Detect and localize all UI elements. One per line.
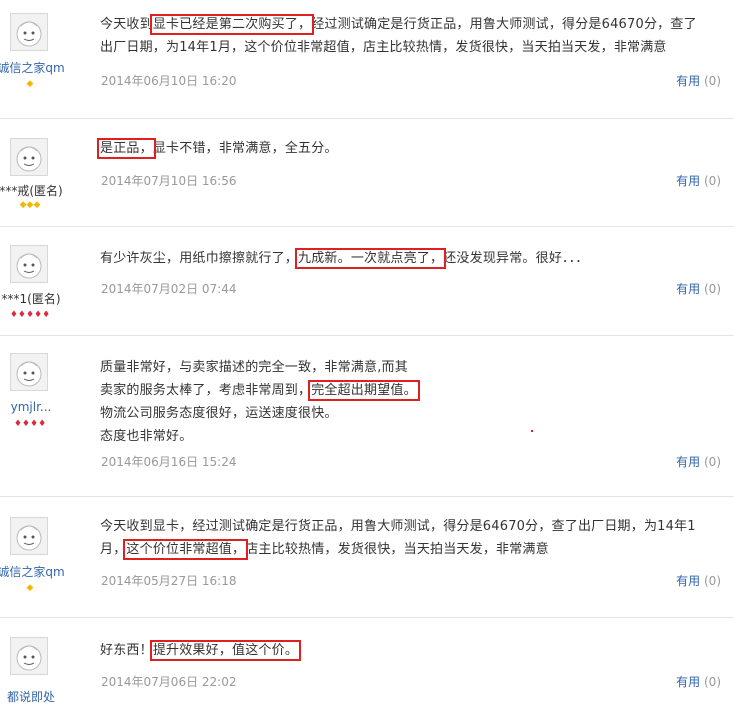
useful-button[interactable]: 有用 (0) — [676, 72, 721, 89]
review-item: ymjlr... ♦♦♦♦ 质量非常好，与卖家描述的完全一致，非常满意,而其 卖… — [0, 336, 734, 497]
default-avatar-icon — [11, 638, 47, 674]
rank-badges: ◆◆◆ — [0, 201, 60, 210]
rank-badges: ♦♦♦♦♦ — [0, 311, 60, 320]
avatar[interactable] — [10, 13, 48, 51]
review-text: 今天收到显卡已经是第二次购买了，经过测试确定是行货正品，用鲁大师测试，得分是64… — [100, 14, 697, 55]
review-item: ***戒(匿名) ◆◆◆ 是正品，显卡不错，非常满意，全五分。 2014年07月… — [0, 119, 734, 227]
review-text: 今天收到显卡，经过测试确定是行货正品，用鲁大师测试，得分是64670分，查了出厂… — [100, 519, 696, 560]
highlight-box: 完全超出期望值。 — [308, 380, 420, 401]
stray-mark — [531, 430, 533, 432]
heart-icon: ♦♦♦♦ — [13, 419, 47, 429]
rank-badges: ◆ — [0, 80, 60, 89]
review-date: 2014年07月10日 16:56 — [101, 174, 237, 188]
review-item: 诚信之家qm ◆ 今天收到显卡已经是第二次购买了，经过测试确定是行货正品，用鲁大… — [0, 0, 734, 119]
default-avatar-icon — [11, 246, 47, 282]
review-text: 有少许灰尘，用纸巾擦擦就行了，九成新。一次就点亮了，还没发现异常。很好．．． — [100, 248, 589, 269]
useful-button[interactable]: 有用 (0) — [676, 572, 721, 589]
highlight-box: 提升效果好，值这个价。 — [149, 640, 302, 661]
review-text: 是正品，显卡不错，非常满意，全五分。 — [97, 138, 338, 159]
username[interactable]: 诚信之家qm — [0, 563, 66, 580]
username[interactable]: ymjlr... — [0, 400, 66, 414]
highlight-box: 九成新。一次就点亮了， — [295, 248, 447, 269]
review-date: 2014年07月06日 22:02 — [101, 675, 237, 689]
default-avatar-icon — [11, 139, 47, 175]
highlight-box: 显卡已经是第二次购买了， — [149, 14, 315, 35]
useful-button[interactable]: 有用 (0) — [676, 280, 721, 297]
review-date: 2014年05月27日 16:18 — [101, 574, 237, 588]
review-date: 2014年06月10日 16:20 — [101, 74, 237, 88]
useful-button[interactable]: 有用 (0) — [676, 673, 721, 690]
review-item: 都说即处 好东西！提升效果好，值这个价。 2014年07月06日 22:02 有… — [0, 618, 734, 704]
default-avatar-icon — [11, 354, 47, 390]
review-text: 好东西！提升效果好，值这个价。 — [100, 640, 302, 661]
username: ***1(匿名) — [1, 292, 61, 306]
review-date: 2014年06月16日 15:24 — [101, 455, 237, 469]
rank-badges: ♦♦♦♦ — [0, 420, 60, 429]
diamond-icon: ◆ — [26, 583, 34, 593]
review-text: 质量非常好，与卖家描述的完全一致，非常满意,而其 卖家的服务太棒了，考虑非常周到… — [100, 360, 420, 444]
username[interactable]: 都说即处 — [0, 688, 66, 705]
avatar[interactable] — [10, 353, 48, 391]
review-item: 诚信之家qm ◆ 今天收到显卡，经过测试确定是行货正品，用鲁大师测试，得分是64… — [0, 497, 734, 618]
username[interactable]: 诚信之家qm — [0, 59, 66, 76]
avatar[interactable] — [10, 637, 48, 675]
avatar[interactable] — [10, 138, 48, 176]
rank-badges: ◆ — [0, 584, 60, 593]
highlight-box: 这个价位非常超值， — [123, 539, 249, 560]
default-avatar-icon — [11, 14, 47, 50]
avatar[interactable] — [10, 517, 48, 555]
heart-icon: ♦♦♦♦♦ — [9, 310, 51, 320]
highlight-box: 是正品， — [97, 138, 156, 159]
review-date: 2014年07月02日 07:44 — [101, 282, 237, 296]
avatar[interactable] — [10, 245, 48, 283]
useful-button[interactable]: 有用 (0) — [676, 172, 721, 189]
useful-button[interactable]: 有用 (0) — [676, 453, 721, 470]
diamond-icon: ◆◆◆ — [19, 200, 41, 210]
diamond-icon: ◆ — [26, 79, 34, 89]
username: ***戒(匿名) — [0, 184, 63, 198]
review-item: ***1(匿名) ♦♦♦♦♦ 有少许灰尘，用纸巾擦擦就行了，九成新。一次就点亮了… — [0, 227, 734, 336]
default-avatar-icon — [11, 518, 47, 554]
